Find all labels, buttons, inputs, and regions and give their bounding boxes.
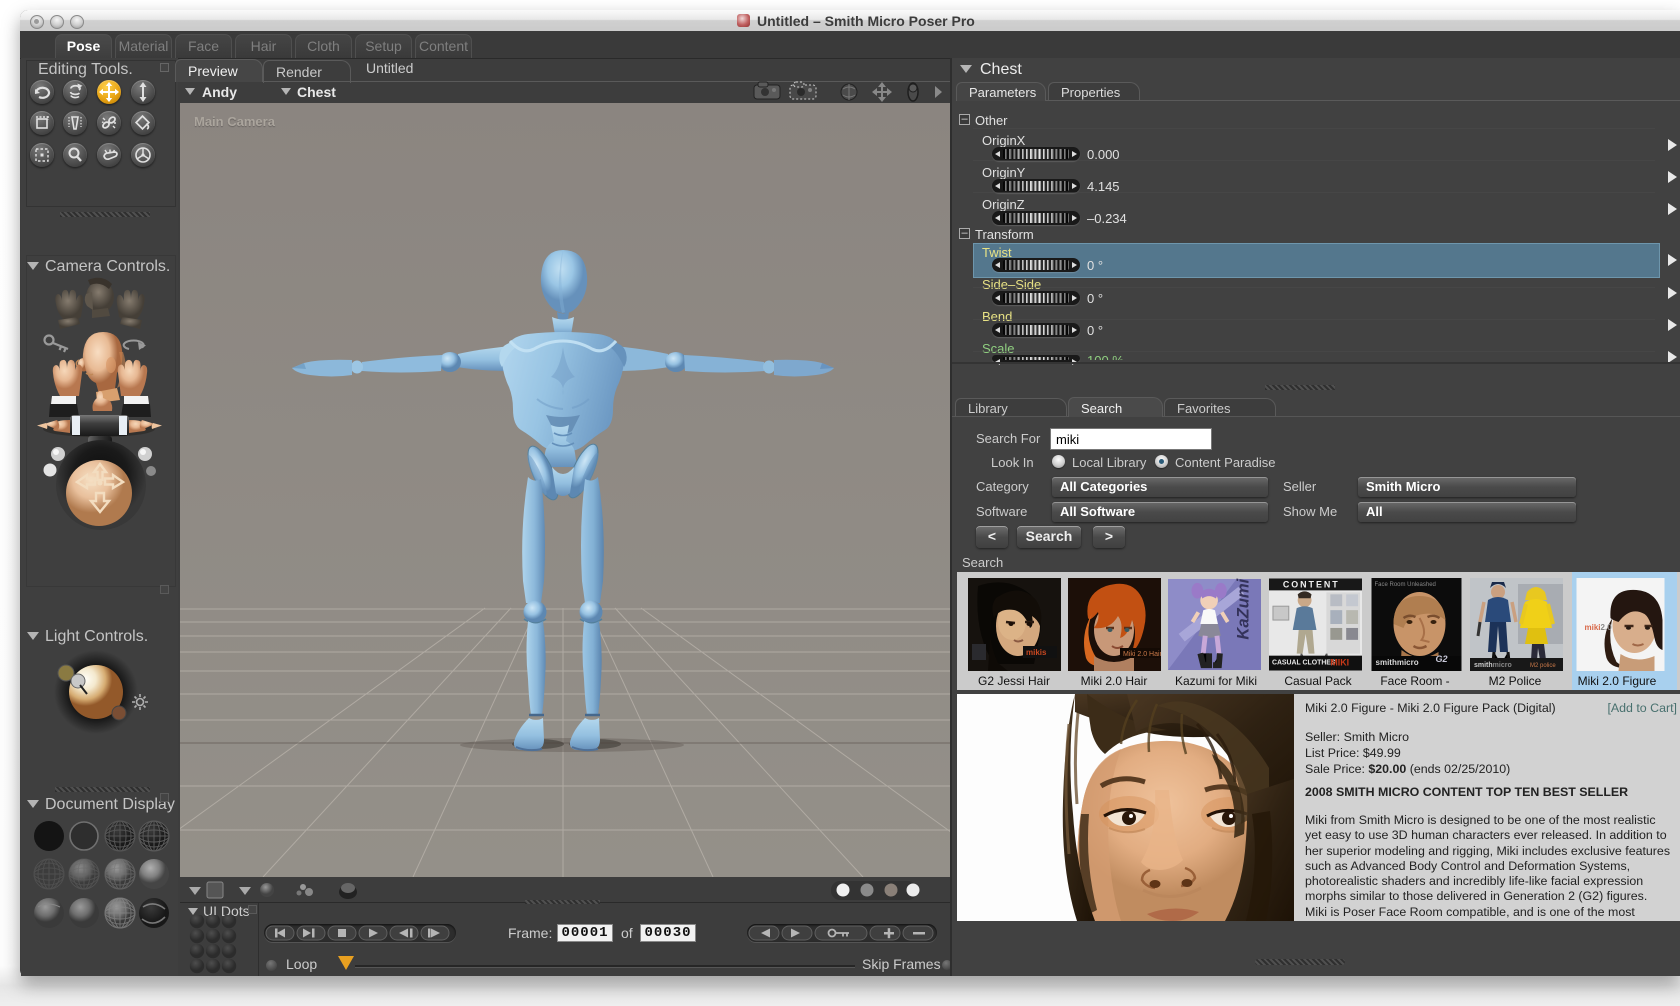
- svg-text:KaZumi: KaZumi: [1233, 578, 1252, 639]
- svg-text:mikis: mikis: [1026, 648, 1047, 657]
- svg-text:smithmicro: smithmicro: [1474, 662, 1512, 669]
- svg-text:CASUAL CLOTHES: CASUAL CLOTHES: [1272, 660, 1336, 667]
- svg-text:M2 police: M2 police: [1530, 663, 1556, 669]
- svg-text:MIKI: MIKI: [1330, 658, 1349, 668]
- svg-text:CONTENT: CONTENT: [1283, 579, 1340, 589]
- svg-text:miki2.0: miki2.0: [1585, 623, 1613, 632]
- svg-text:smithmicro: smithmicro: [1376, 658, 1419, 667]
- svg-text:Face Room Unleashed: Face Room Unleashed: [1375, 582, 1436, 588]
- svg-text:Miki 2.0 Hair: Miki 2.0 Hair: [1123, 651, 1161, 658]
- svg-text:G2: G2: [1436, 654, 1448, 664]
